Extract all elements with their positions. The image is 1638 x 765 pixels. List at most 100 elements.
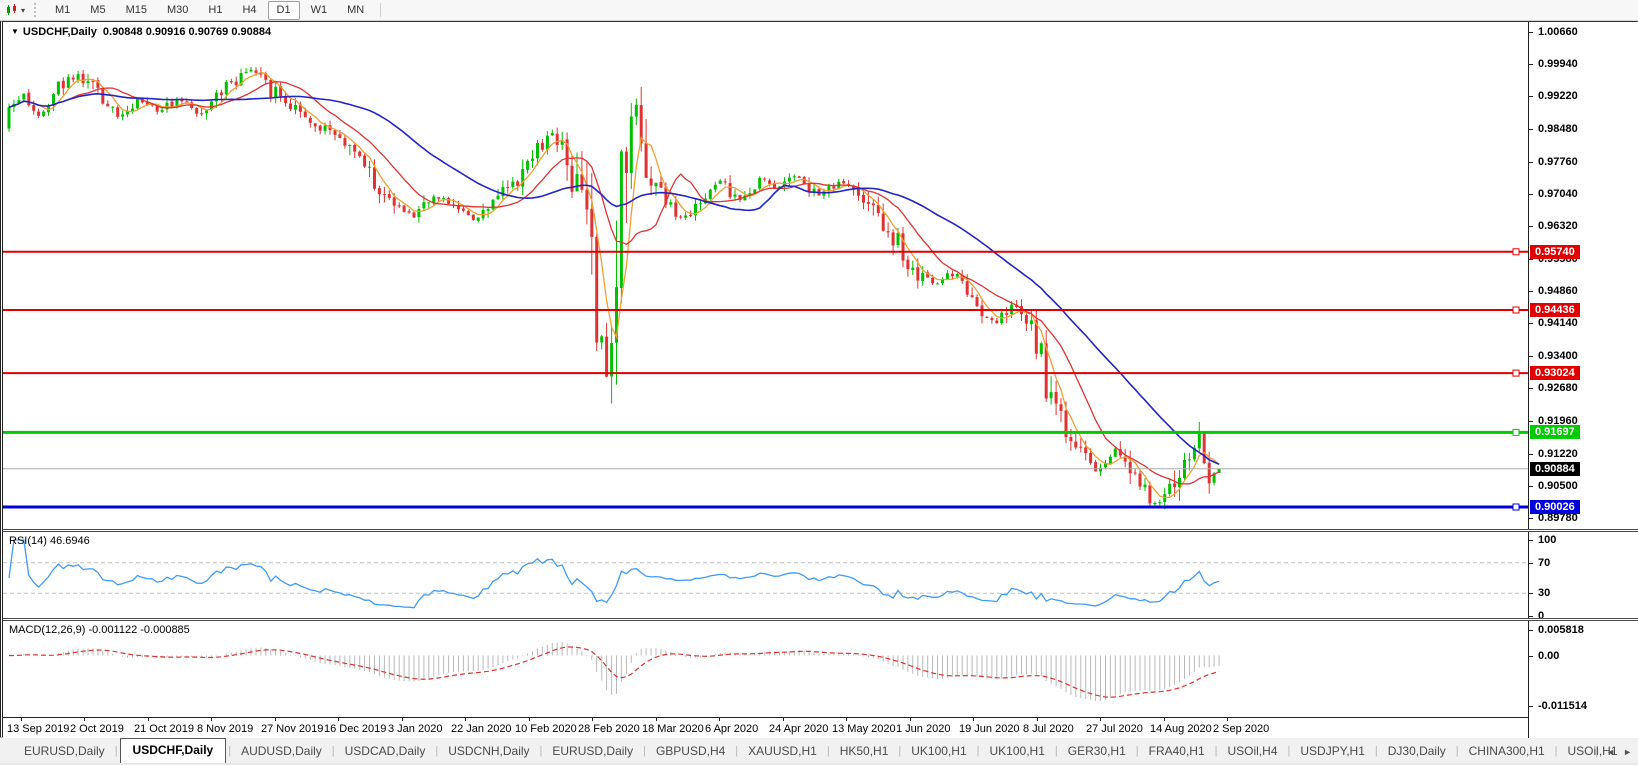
date-tick bbox=[719, 718, 720, 721]
tab-uk100-h1[interactable]: UK100,H1 bbox=[901, 740, 976, 763]
price-axis[interactable]: 1.006600.999400.992200.984800.977600.970… bbox=[1528, 22, 1638, 738]
date-tick bbox=[783, 718, 784, 721]
date-label: 10 Feb 2020 bbox=[515, 723, 577, 735]
rsi-chart[interactable] bbox=[3, 532, 1528, 618]
tab-scroll-right-icon[interactable]: ► bbox=[1623, 747, 1632, 757]
date-tick bbox=[910, 718, 911, 721]
axis-tick bbox=[1529, 706, 1533, 707]
chart-mode-icon[interactable] bbox=[3, 2, 21, 18]
level-price-tag: 0.93024 bbox=[1530, 366, 1580, 380]
tab-uk100-h1[interactable]: UK100,H1 bbox=[980, 740, 1055, 763]
date-label: 27 Jul 2020 bbox=[1086, 723, 1143, 735]
macd-label: MACD(12,26,9) -0.001122 -0.000885 bbox=[9, 624, 190, 636]
price-axis-label: 0.93400 bbox=[1538, 350, 1578, 362]
chart-ohlc-values: 0.90848 0.90916 0.90769 0.90884 bbox=[103, 26, 271, 38]
date-label: 28 Feb 2020 bbox=[578, 723, 640, 735]
date-label: 13 May 2020 bbox=[832, 723, 896, 735]
chart-window: ▼ USDCHF,Daily 0.90848 0.90916 0.90769 0.9… bbox=[0, 21, 1638, 737]
tab-xauusd-h1[interactable]: XAUUSD,H1 bbox=[738, 740, 827, 763]
price-axis-label: 0.94860 bbox=[1538, 285, 1578, 297]
axis-tick bbox=[1529, 630, 1533, 631]
timeframe-button-w1[interactable]: W1 bbox=[302, 1, 337, 20]
tab-usdcnh-daily[interactable]: USDCNH,Daily bbox=[438, 740, 539, 763]
axis-tick bbox=[1529, 454, 1533, 455]
date-tick bbox=[592, 718, 593, 721]
date-tick bbox=[529, 718, 530, 721]
tab-usdcad-daily[interactable]: USDCAD,Daily bbox=[335, 740, 436, 763]
date-tick bbox=[148, 718, 149, 721]
timeframe-button-m30[interactable]: M30 bbox=[158, 1, 197, 20]
level-price-tag: 0.90026 bbox=[1530, 500, 1580, 514]
tab-usoil-h4[interactable]: USOil,H4 bbox=[1218, 740, 1288, 763]
current-price-tag: 0.90884 bbox=[1530, 462, 1580, 476]
price-axis-label: 0.97760 bbox=[1538, 156, 1578, 168]
timeframe-button-d1[interactable]: D1 bbox=[268, 1, 300, 20]
toolbar-grip-icon bbox=[34, 3, 39, 17]
axis-tick bbox=[1529, 96, 1533, 97]
pane-divider-macd[interactable] bbox=[3, 618, 1638, 621]
date-label: 2 Oct 2019 bbox=[70, 723, 124, 735]
axis-tick bbox=[1529, 656, 1533, 657]
date-tick bbox=[846, 718, 847, 721]
macd-chart[interactable] bbox=[3, 621, 1528, 717]
tab-audusd-daily[interactable]: AUDUSD,Daily bbox=[231, 740, 332, 763]
date-label: 8 Nov 2019 bbox=[197, 723, 253, 735]
tab-scroll-left-icon[interactable]: ◄ bbox=[1606, 747, 1615, 757]
tab-usdjpy-h1[interactable]: USDJPY,H1 bbox=[1290, 740, 1374, 763]
tab-gbpusd-h4[interactable]: GBPUSD,H4 bbox=[646, 740, 735, 763]
timeframe-button-m1[interactable]: M1 bbox=[46, 1, 79, 20]
date-tick bbox=[338, 718, 339, 721]
tab-usdchf-daily[interactable]: USDCHF,Daily bbox=[120, 738, 227, 763]
date-tick bbox=[1227, 718, 1228, 721]
timeframe-button-m15[interactable]: M15 bbox=[117, 1, 156, 20]
axis-tick bbox=[1529, 593, 1533, 594]
date-label: 3 Jan 2020 bbox=[388, 723, 442, 735]
date-label: 13 Sep 2019 bbox=[7, 723, 69, 735]
tab-ger30-h1[interactable]: GER30,H1 bbox=[1058, 740, 1136, 763]
price-axis-label: 0.94140 bbox=[1538, 317, 1578, 329]
tab-eurusd-daily[interactable]: EURUSD,Daily bbox=[14, 740, 115, 763]
tab-separator: | bbox=[1595, 746, 1598, 758]
axis-tick bbox=[1529, 563, 1533, 564]
axis-tick bbox=[1529, 291, 1533, 292]
date-tick bbox=[1037, 718, 1038, 721]
timeframe-toolbar: M1M5M15M30H1H4D1W1MN bbox=[45, 1, 374, 20]
tab-china300-h1[interactable]: CHINA300,H1 bbox=[1459, 740, 1555, 763]
axis-tick bbox=[1529, 259, 1533, 260]
axis-tick bbox=[1529, 616, 1533, 617]
date-tick bbox=[973, 718, 974, 721]
chart-mode-dropdown-icon[interactable]: ▾ bbox=[21, 6, 25, 15]
tab-dj30-daily[interactable]: DJ30,Daily bbox=[1378, 740, 1456, 763]
timeframe-button-mn[interactable]: MN bbox=[338, 1, 373, 20]
price-chart[interactable] bbox=[3, 22, 1528, 529]
axis-tick bbox=[1529, 540, 1533, 541]
axis-tick bbox=[1529, 486, 1533, 487]
date-label: 14 Aug 2020 bbox=[1150, 723, 1212, 735]
chart-symbol-label: USDCHF,Daily bbox=[23, 26, 97, 38]
date-tick bbox=[211, 718, 212, 721]
pane-divider-rsi[interactable] bbox=[3, 529, 1638, 532]
price-axis-label: 0.97040 bbox=[1538, 188, 1578, 200]
rsi-axis-label: 70 bbox=[1538, 557, 1550, 569]
timeframe-button-h1[interactable]: H1 bbox=[199, 1, 231, 20]
tab-eurusd-daily[interactable]: EURUSD,Daily bbox=[542, 740, 643, 763]
date-axis[interactable]: 13 Sep 20192 Oct 2019 21 Oct 20198 Nov 20… bbox=[3, 717, 1528, 738]
timeframe-button-h4[interactable]: H4 bbox=[233, 1, 265, 20]
collapse-icon[interactable]: ▼ bbox=[11, 27, 19, 36]
chart-tab-bar: EURUSD,Daily|USDCHF,Daily|AUDUSD,Daily|U… bbox=[0, 737, 1638, 763]
date-label: 22 Jan 2020 bbox=[451, 723, 512, 735]
timeframe-button-m5[interactable]: M5 bbox=[81, 1, 114, 20]
date-label: 21 Oct 2019 bbox=[134, 723, 194, 735]
date-label: 24 Apr 2020 bbox=[769, 723, 828, 735]
date-label: 19 Jun 2020 bbox=[959, 723, 1020, 735]
axis-tick bbox=[1529, 194, 1533, 195]
tab-fra40-h1[interactable]: FRA40,H1 bbox=[1139, 740, 1215, 763]
price-axis-label: 0.99940 bbox=[1538, 58, 1578, 70]
date-label: 6 Apr 2020 bbox=[705, 723, 758, 735]
price-axis-label: 0.90500 bbox=[1538, 480, 1578, 492]
tab-hk50-h1[interactable]: HK50,H1 bbox=[830, 740, 899, 763]
chart-title: ▼ USDCHF,Daily 0.90848 0.90916 0.90769 0.9… bbox=[11, 26, 271, 38]
axis-tick bbox=[1529, 518, 1533, 519]
date-tick bbox=[275, 718, 276, 721]
rsi-axis-label: 30 bbox=[1538, 587, 1550, 599]
